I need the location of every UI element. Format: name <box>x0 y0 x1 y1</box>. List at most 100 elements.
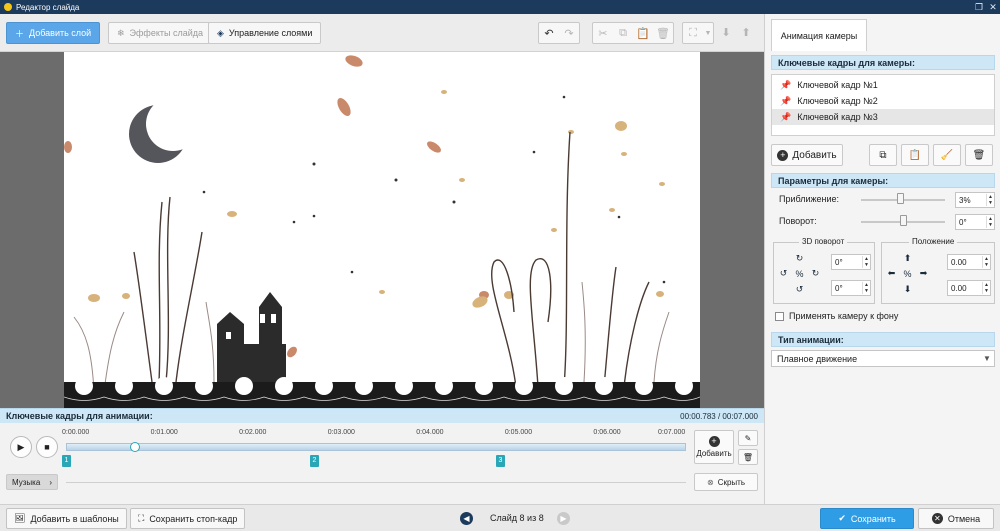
fit-group: ⛶ ▼ <box>682 22 714 44</box>
toolbar: ＋ Добавить слой ❄ Эффекты слайда ◈ Управ… <box>0 14 764 52</box>
rotate-down-icon[interactable]: ↺ <box>793 283 806 296</box>
zoom-slider-thumb[interactable] <box>897 193 905 204</box>
arrow-down-icon[interactable]: ⬇ <box>901 283 914 296</box>
plus-icon: ＋ <box>15 28 25 39</box>
stars <box>202 95 666 284</box>
restore-icon[interactable]: ❐ <box>972 2 986 13</box>
rotate3d-x-stepper[interactable]: 0° ▲ ▼ <box>831 254 871 270</box>
redo-icon[interactable]: ↷ <box>559 23 579 43</box>
keyframe-marker[interactable]: 1 <box>62 455 71 467</box>
close-icon[interactable]: ✕ <box>986 2 1000 13</box>
music-track[interactable] <box>66 482 686 483</box>
keyframe-marker[interactable]: 2 <box>310 455 319 467</box>
order-group: ⬇ ⬆ <box>716 22 756 44</box>
tick-label: 0:03.000 <box>327 429 355 436</box>
rotate-up-icon[interactable]: ↻ <box>793 252 806 265</box>
arrow-right-icon[interactable]: ➡ <box>917 267 930 280</box>
title-bar: Редактор слайда ❐ ✕ <box>0 0 1000 14</box>
apply-to-background-checkbox[interactable] <box>775 312 784 321</box>
add-to-templates-button[interactable]: 🖼 Добавить в шаблоны <box>6 508 127 529</box>
paste-icon: 📋 <box>908 149 922 161</box>
rotate-left-icon[interactable]: ↺ <box>777 267 790 280</box>
copy-icon[interactable]: ⧉ <box>613 23 633 43</box>
edit-group: ✂ ⧉ 📋 🗑 <box>592 22 674 44</box>
stepper-arrows-icon[interactable]: ▲ ▼ <box>982 282 990 294</box>
keyframe-marker[interactable]: 3 <box>496 455 505 467</box>
pin-icon: 📌 <box>780 111 792 122</box>
stepper-arrows-icon[interactable]: ▲ ▼ <box>862 256 870 268</box>
slide-preview[interactable] <box>64 52 700 408</box>
position-y-stepper[interactable]: 0.00 ▲ ▼ <box>947 280 991 296</box>
slide-illustration <box>64 55 700 408</box>
copy-icon: ⧉ <box>879 149 887 161</box>
arrow-up-icon[interactable]: ⬆ <box>901 252 914 265</box>
stepper-arrows-icon[interactable]: ▲ ▼ <box>986 216 994 228</box>
zoom-stepper[interactable]: 3% ▲ ▼ <box>955 192 995 208</box>
rotation-slider-thumb[interactable] <box>900 215 907 226</box>
link-icon[interactable]: % <box>793 267 806 280</box>
image-icon: 🖼 <box>14 513 26 523</box>
close-icon: ✕ <box>931 513 943 524</box>
list-item[interactable]: 📌 Ключевой кадр №1 <box>772 77 994 93</box>
chevron-right-icon: › <box>49 477 52 487</box>
timeline: ▶ ■ 0:00.000 0:01.000 0:02.000 0:03.000 … <box>0 423 764 504</box>
timeline-track[interactable] <box>66 443 686 451</box>
chevron-down-icon: ▼ <box>983 354 991 363</box>
rotate3d-y-stepper[interactable]: 0° ▲ ▼ <box>831 280 871 296</box>
play-button[interactable]: ▶ <box>10 436 32 458</box>
paste-button[interactable]: 📋 <box>901 144 929 166</box>
arrow-left-icon[interactable]: ⬅ <box>885 267 898 280</box>
keyframes-section-header: Ключевые кадры для камеры: <box>771 55 995 70</box>
close-circle-icon: ⊗ <box>706 477 714 487</box>
paste-icon[interactable]: 📋 <box>633 23 653 43</box>
delete-icon[interactable]: 🗑 <box>653 23 673 43</box>
edit-keyframe-button[interactable]: ✎ <box>738 430 758 446</box>
stepper-arrows-icon[interactable]: ▲ ▼ <box>862 282 870 294</box>
music-button[interactable]: Музыка › <box>6 474 58 490</box>
check-circle-icon: ✔ <box>838 513 846 523</box>
stop-button[interactable]: ■ <box>36 436 58 458</box>
manage-layers-button[interactable]: ◈ Управление слоями <box>208 22 322 44</box>
clear-button[interactable]: 🧹 <box>933 144 961 166</box>
cancel-button[interactable]: ✕ Отмена <box>918 508 994 529</box>
fit-screen-icon[interactable]: ⛶ <box>683 23 703 43</box>
move-down-icon[interactable]: ⬇ <box>716 22 736 42</box>
camera-panel: Анимация камеры Ключевые кадры для камер… <box>764 14 1000 504</box>
rotate3d-title: 3D поворот <box>799 237 848 246</box>
tick-label: 0:01.000 <box>150 429 178 436</box>
add-layer-button[interactable]: ＋ Добавить слой <box>6 22 101 44</box>
next-slide-button[interactable]: ▶ <box>557 512 570 525</box>
tick-label: 0:07.000 <box>658 429 686 436</box>
list-item[interactable]: 📌 Ключевой кадр №3 <box>772 109 994 125</box>
undo-icon[interactable]: ↶ <box>539 23 559 43</box>
rotation-stepper[interactable]: 0° ▲ ▼ <box>955 214 995 230</box>
duplicate-button[interactable]: ⧉ <box>869 144 897 166</box>
prev-slide-button[interactable]: ◀ <box>460 512 473 525</box>
save-frame-button[interactable]: ⛶ Сохранить стоп-кадр <box>130 508 246 529</box>
tick-label: 0:00.000 <box>62 429 90 436</box>
plus-icon: + <box>708 436 720 447</box>
arrow-left-icon: ◀ <box>463 514 470 523</box>
delete-timeline-keyframe-button[interactable]: 🗑 <box>738 449 758 465</box>
slide-effects-button[interactable]: ❄ Эффекты слайда <box>108 22 213 44</box>
stepper-arrows-icon[interactable]: ▲ ▼ <box>986 194 994 206</box>
save-button[interactable]: ✔ Сохранить <box>820 508 914 529</box>
add-timeline-keyframe-button[interactable]: + Добавить <box>694 430 734 464</box>
delete-keyframe-button[interactable]: 🗑 <box>965 144 993 166</box>
move-up-icon[interactable]: ⬆ <box>736 22 756 42</box>
list-item[interactable]: 📌 Ключевой кадр №2 <box>772 93 994 109</box>
animation-type-select[interactable]: Плавное движение ▼ <box>771 350 995 367</box>
animation-type-header: Тип анимации: <box>771 332 995 347</box>
cut-icon[interactable]: ✂ <box>593 23 613 43</box>
add-keyframe-button[interactable]: + Добавить <box>771 144 843 166</box>
keyframe-list: 📌 Ключевой кадр №1 📌 Ключевой кадр №2 📌 … <box>771 74 995 136</box>
dry-stalks <box>133 131 650 388</box>
tab-camera-animation[interactable]: Анимация камеры <box>771 19 867 51</box>
position-x-stepper[interactable]: 0.00 ▲ ▼ <box>947 254 991 270</box>
hide-timeline-button[interactable]: ⊗ Скрыть <box>694 473 758 491</box>
stepper-arrows-icon[interactable]: ▲ ▼ <box>982 256 990 268</box>
link-icon[interactable]: % <box>901 267 914 280</box>
chevron-down-icon[interactable]: ▼ <box>703 23 713 43</box>
zoom-label: Приближение: <box>779 194 840 204</box>
rotate-right-icon[interactable]: ↻ <box>809 267 822 280</box>
